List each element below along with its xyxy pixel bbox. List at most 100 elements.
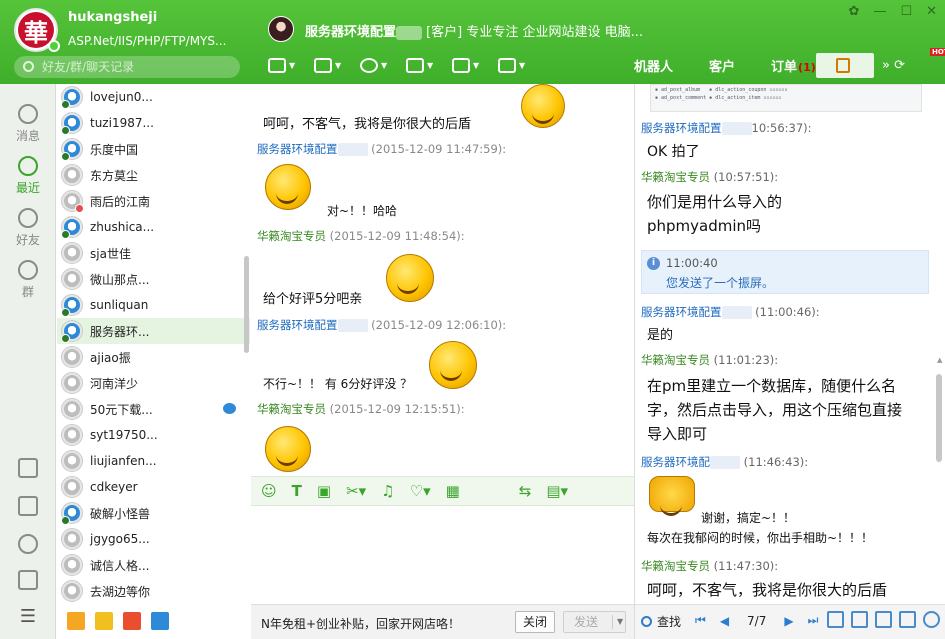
contact-item[interactable]: sja世佳: [57, 240, 250, 266]
emoji-icon[interactable]: ☺: [261, 482, 277, 500]
robot-button[interactable]: [0, 570, 56, 593]
screenshot-icon[interactable]: ✂▾: [346, 482, 366, 500]
contact-item[interactable]: 去湖边等你: [57, 578, 250, 604]
promo-link[interactable]: N年免租+创业补贴，回家开网店咯！: [261, 615, 460, 632]
apps-button[interactable]: ▼: [498, 52, 544, 78]
account-button[interactable]: [0, 534, 56, 557]
calculator-icon[interactable]: ▦: [446, 482, 460, 500]
first-page-icon[interactable]: ⏮: [695, 613, 706, 628]
contact-name: 微山那点...: [90, 272, 150, 287]
history-scrollbar[interactable]: [936, 374, 942, 462]
voice-chat-button[interactable]: ▼: [360, 52, 406, 78]
message-icon: [18, 104, 38, 124]
maximize-icon[interactable]: ☐: [900, 4, 912, 19]
contact-item[interactable]: jgygo65...: [57, 526, 250, 552]
contact-item[interactable]: lovejun0...: [57, 84, 250, 110]
contact-name: 诚信人格...: [90, 558, 150, 573]
export-icon[interactable]: [875, 611, 892, 628]
contact-name: 乐度中国: [90, 142, 139, 157]
font-icon[interactable]: T: [292, 482, 302, 500]
skin-icon[interactable]: ✿: [849, 4, 860, 19]
shake-icon[interactable]: ♫: [381, 482, 394, 500]
scroll-up-icon[interactable]: ▲: [937, 356, 942, 364]
send-options-icon[interactable]: ▼: [617, 612, 623, 632]
history-message: 是的: [647, 328, 674, 343]
online-status-icon[interactable]: [48, 40, 60, 52]
contact-item[interactable]: 雨后的江南: [57, 188, 250, 214]
tab-customer[interactable]: 客户: [709, 56, 735, 75]
cloud-icon[interactable]: [923, 611, 940, 628]
send-button[interactable]: 发送 ▼: [563, 611, 626, 633]
close-button[interactable]: 关闭: [515, 611, 555, 633]
contact-item[interactable]: ajiao振: [57, 344, 250, 370]
contact-item[interactable]: 微山那点...: [57, 266, 250, 292]
apps-grid-button[interactable]: [0, 458, 56, 481]
next-page-icon[interactable]: ▶: [784, 614, 793, 628]
contact-item[interactable]: 破解小怪兽: [57, 500, 250, 526]
contact-item[interactable]: 乐度中国: [57, 136, 250, 162]
history-message: 谢谢，搞定~！！: [701, 511, 796, 525]
image-icon[interactable]: ▣: [317, 482, 331, 500]
contact-item[interactable]: liujianfen...: [57, 448, 250, 474]
chat-sender: 服务器环境配置 (2015-12-09 12:06:10):: [257, 318, 507, 332]
forward-icon[interactable]: ⇆: [519, 482, 532, 500]
prev-page-icon[interactable]: ◀: [720, 614, 729, 628]
alert-button[interactable]: ▼: [452, 52, 498, 78]
send-file-button[interactable]: ▼: [268, 52, 314, 78]
tab-orders[interactable]: 订单(1): [771, 56, 816, 75]
video-call-button[interactable]: ▼: [314, 52, 360, 78]
nav-groups[interactable]: 群: [0, 260, 56, 300]
mobile-online-icon: [61, 100, 70, 109]
bottom-bar: N年免租+创业补贴，回家开网店咯！ 关闭 发送 ▼: [251, 604, 634, 639]
contact-item[interactable]: sunliquan: [57, 292, 250, 318]
tab-records[interactable]: [816, 53, 874, 78]
chat-message: 不行~！！ 有 6分好评没 ？: [263, 377, 413, 391]
shop-icon[interactable]: [123, 612, 141, 630]
contact-item[interactable]: cdkeyer: [57, 474, 250, 500]
history-message: 呵呵，不客气，我将是你很大的后盾: [647, 581, 888, 599]
phone-icon: [18, 496, 38, 516]
contact-item[interactable]: 河南洋少: [57, 370, 250, 396]
screen-share-icon: [406, 57, 424, 73]
handshake-emoji-icon: [649, 476, 695, 516]
minimize-icon[interactable]: —: [873, 4, 886, 19]
favorite-icon[interactable]: ♡▾: [410, 482, 431, 500]
contact-item[interactable]: 50元下载...: [57, 396, 250, 422]
history-record-icon[interactable]: ▤▾: [546, 482, 568, 500]
more-tabs-button[interactable]: » ⟳: [882, 58, 905, 73]
search-input[interactable]: 好友/群/聊天记录: [14, 56, 240, 78]
contact-scrollbar[interactable]: [244, 256, 249, 353]
nav-recent[interactable]: 最近: [0, 156, 56, 196]
last-page-icon[interactable]: ⏭: [808, 613, 819, 628]
contact-item[interactable]: 服务器环...: [57, 318, 250, 344]
list-view-icon[interactable]: [851, 611, 868, 628]
delete-icon[interactable]: [899, 611, 916, 628]
remote-assist-button[interactable]: ▼: [406, 52, 452, 78]
app-box-icon[interactable]: [67, 612, 85, 630]
user-signature[interactable]: ASP.Net/IIS/PHP/FTP/MYS...: [68, 34, 226, 48]
contact-avatar[interactable]: [268, 16, 294, 42]
contact-item[interactable]: syt19750...: [57, 422, 250, 448]
contact-item[interactable]: 东方莫尘: [57, 162, 250, 188]
nav-messages[interactable]: 消息: [0, 104, 56, 144]
mobile-button[interactable]: [0, 496, 56, 519]
tab-robot[interactable]: 机器人: [634, 56, 673, 75]
screenshot-thumbnail[interactable]: ▪ ad_post_album ▪ dlc_action_coupon ▫▫▫▫…: [650, 84, 922, 112]
contact-item[interactable]: tuzi1987...: [57, 110, 250, 136]
mail-icon[interactable]: [223, 403, 236, 414]
app-gift-icon[interactable]: [95, 612, 113, 630]
file-transfer-icon: [268, 57, 286, 73]
contact-avatar-icon: [61, 398, 83, 420]
contact-avatar-icon: [61, 346, 83, 368]
close-icon[interactable]: ✕: [926, 4, 937, 19]
contact-avatar-icon: [61, 294, 83, 317]
nav-friends[interactable]: 好友: [0, 208, 56, 248]
page-indicator: 7/7: [747, 613, 767, 628]
sell-icon[interactable]: [151, 612, 169, 630]
contact-item[interactable]: zhushica...: [57, 214, 250, 240]
menu-button[interactable]: ☰: [0, 606, 56, 627]
contact-item[interactable]: 诚信人格...: [57, 552, 250, 578]
find-button[interactable]: 查找: [641, 613, 681, 630]
calendar-icon[interactable]: [827, 611, 844, 628]
message-input[interactable]: [251, 506, 634, 604]
